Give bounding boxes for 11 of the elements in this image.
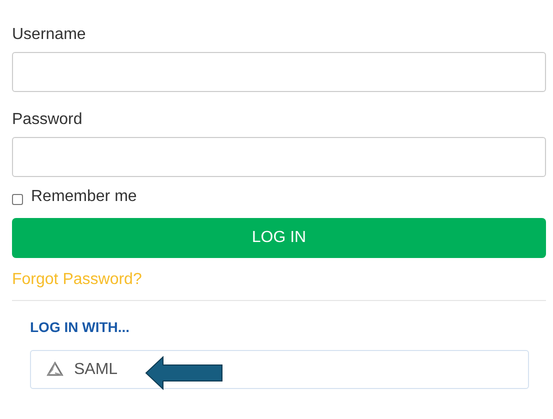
remember-checkbox[interactable]: [12, 194, 23, 204]
login-button[interactable]: LOG IN: [12, 218, 546, 258]
saml-button[interactable]: SAML: [30, 350, 529, 389]
forgot-password-link[interactable]: Forgot Password?: [12, 270, 142, 290]
login-with-heading: LOG IN WITH...: [30, 319, 131, 335]
username-field[interactable]: [12, 52, 546, 92]
username-label: Username: [12, 26, 87, 44]
password-label: Password: [12, 111, 84, 129]
remember-label: Remember me: [31, 188, 137, 206]
password-field[interactable]: [12, 137, 546, 177]
triangle-logo-icon: [46, 360, 64, 378]
